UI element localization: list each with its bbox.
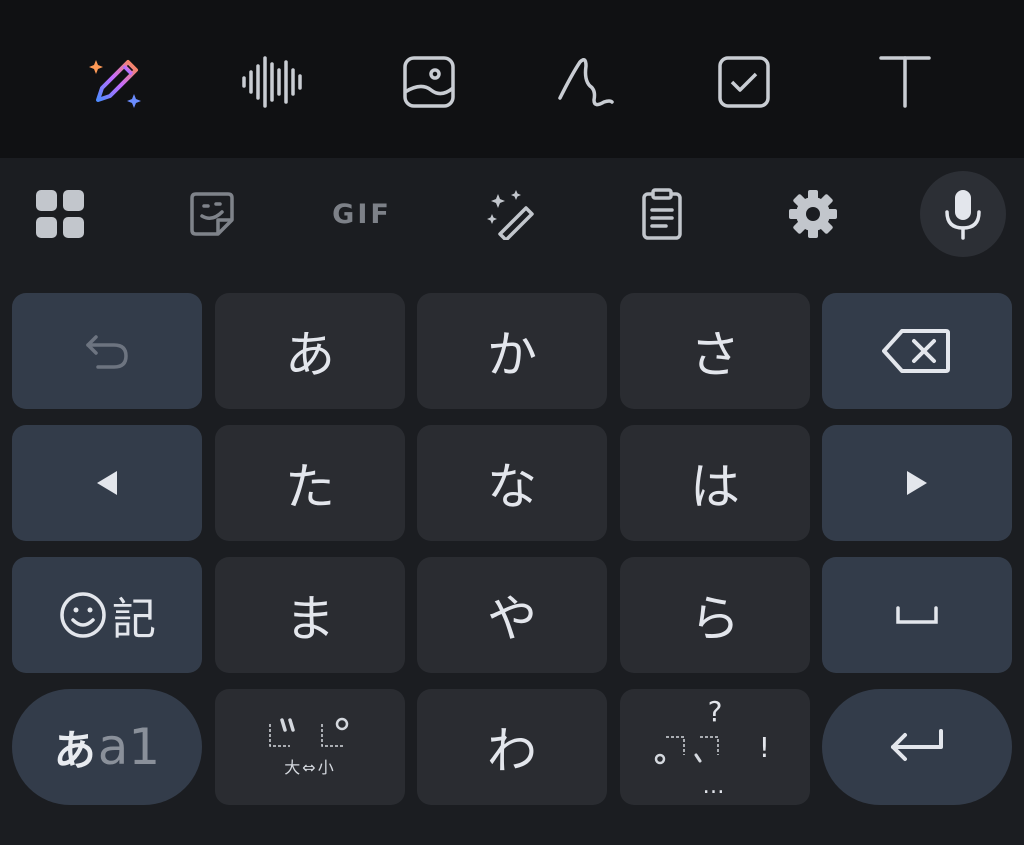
undo-icon <box>86 335 128 369</box>
toolbar <box>0 0 1024 158</box>
cursor-right-key[interactable] <box>822 425 1012 541</box>
clipboard-icon[interactable] <box>636 188 688 240</box>
dakuten-sub-label: 大⇔小 <box>284 758 336 777</box>
handwriting-icon[interactable] <box>554 50 618 114</box>
smiley-icon <box>60 592 106 638</box>
checkbox-icon[interactable] <box>712 50 776 114</box>
key-na-label: な <box>487 458 537 516</box>
undo-key[interactable] <box>12 293 202 409</box>
dakuten-key[interactable]: 大⇔小 <box>215 689 405 805</box>
key-ma-label: ま <box>285 590 335 648</box>
key-wa[interactable]: わ <box>417 689 607 805</box>
punct-ellipsis-label: … <box>702 774 728 799</box>
cursor-left-key[interactable] <box>12 425 202 541</box>
mode-secondary-label: a1 <box>97 718 161 776</box>
ai-pen-sparkle-icon[interactable] <box>84 50 148 114</box>
key-ra[interactable]: ら <box>620 557 810 673</box>
key-ya-label: や <box>487 590 537 648</box>
key-ta-label: た <box>285 458 335 516</box>
gif-icon[interactable]: GIF <box>330 188 394 240</box>
input-mode-key[interactable]: あ a1 <box>12 689 202 805</box>
enter-key[interactable] <box>822 689 1012 805</box>
punct-question-label: ? <box>707 695 723 728</box>
apps-grid-icon[interactable] <box>34 188 86 240</box>
text-format-icon[interactable] <box>873 50 937 114</box>
key-sa-label: さ <box>690 326 740 384</box>
key-ka-label: か <box>487 326 537 384</box>
gear-icon[interactable] <box>787 188 839 240</box>
key-ma[interactable]: ま <box>215 557 405 673</box>
key-ta[interactable]: た <box>215 425 405 541</box>
key-ka[interactable]: か <box>417 293 607 409</box>
space-icon <box>896 606 938 624</box>
microphone-button[interactable] <box>920 171 1006 257</box>
key-a[interactable]: あ <box>215 293 405 409</box>
sticker-icon[interactable] <box>186 188 238 240</box>
backspace-icon <box>882 329 950 373</box>
triangle-right-icon <box>907 471 927 495</box>
magic-wand-icon[interactable] <box>486 188 538 240</box>
voice-waveform-icon[interactable] <box>240 50 304 114</box>
key-ya[interactable]: や <box>417 557 607 673</box>
enter-arrow-icon <box>891 729 943 761</box>
key-sa[interactable]: さ <box>620 293 810 409</box>
backspace-key[interactable] <box>822 293 1012 409</box>
key-ha[interactable]: は <box>620 425 810 541</box>
mode-primary-label: あ <box>53 725 96 775</box>
dakuten-icon <box>269 717 349 747</box>
key-ha-label: は <box>690 458 740 516</box>
punctuation-key[interactable]: ? ! … <box>620 689 810 805</box>
emoji-key-label: 記 <box>112 594 156 645</box>
key-a-label: あ <box>285 326 335 384</box>
key-ra-label: ら <box>690 590 740 648</box>
gif-label: GIF <box>332 198 392 230</box>
microphone-icon <box>945 190 981 240</box>
image-icon[interactable] <box>397 50 461 114</box>
emoji-symbol-key[interactable]: 記 <box>12 557 202 673</box>
punct-exclaim-label: ! <box>758 731 770 764</box>
punct-period-comma-icon <box>654 736 719 765</box>
space-key[interactable] <box>822 557 1012 673</box>
triangle-left-icon <box>97 471 117 495</box>
key-na[interactable]: な <box>417 425 607 541</box>
key-wa-label: わ <box>487 722 537 780</box>
